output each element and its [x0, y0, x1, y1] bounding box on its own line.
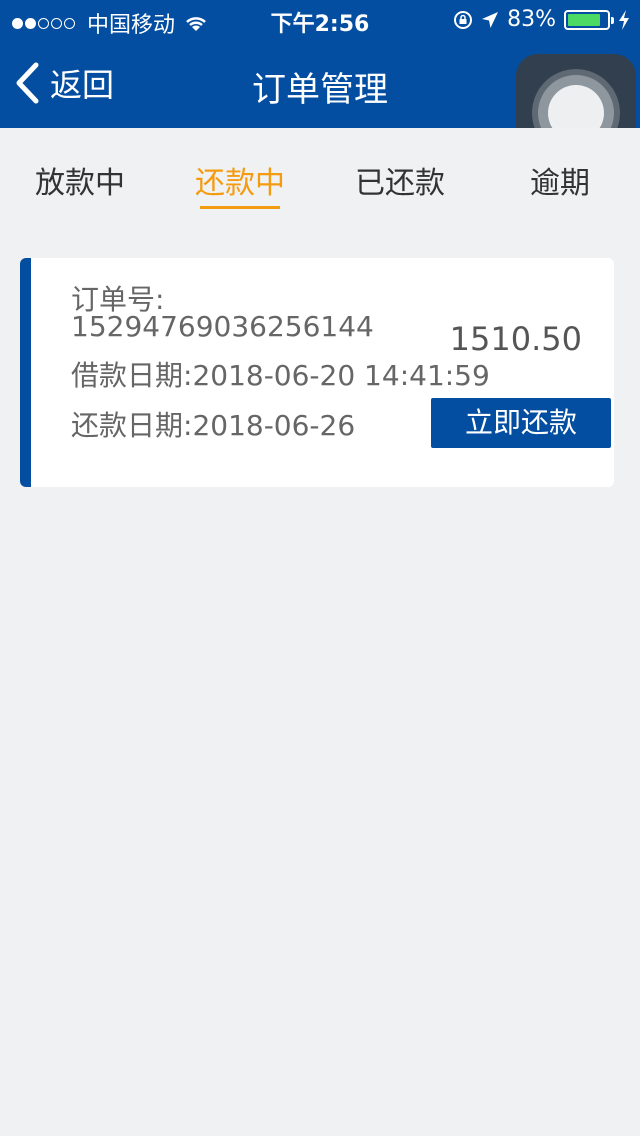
order-tabs: 放款中 还款中 已还款 逾期 — [0, 128, 640, 228]
active-tab-indicator — [200, 206, 280, 209]
status-right: 83% — [445, 7, 630, 32]
repay-date-row: 还款日期:2018-06-26 — [71, 404, 355, 444]
charging-bolt-icon — [619, 9, 629, 30]
order-card[interactable]: 订单号: 15294769036256144 1510.50 借款日期:2018… — [20, 258, 614, 487]
repay-now-button[interactable]: 立即还款 — [431, 398, 611, 448]
repay-date-label: 还款日期: — [71, 409, 193, 442]
borrow-date-label: 借款日期: — [71, 359, 193, 392]
order-number: 15294769036256144 — [71, 310, 374, 343]
tab-disbursing[interactable]: 放款中 — [0, 158, 160, 202]
tab-repaying[interactable]: 还款中 — [160, 158, 320, 202]
battery-percent: 83% — [507, 7, 556, 32]
tab-repaid[interactable]: 已还款 — [320, 158, 480, 202]
battery-icon — [564, 9, 614, 30]
battery-fill — [568, 13, 600, 26]
status-bar: 中国移动 下午2:56 83% — [0, 0, 640, 40]
borrow-date-row: 借款日期:2018-06-20 14:41:59 — [71, 354, 490, 394]
tab-overdue[interactable]: 逾期 — [480, 158, 640, 202]
repay-date: 2018-06-26 — [192, 409, 356, 442]
order-amount: 1510.50 — [449, 320, 582, 358]
location-arrow-icon — [482, 11, 499, 28]
borrow-date: 2018-06-20 14:41:59 — [192, 359, 490, 392]
lock-rotation-icon — [454, 10, 473, 29]
